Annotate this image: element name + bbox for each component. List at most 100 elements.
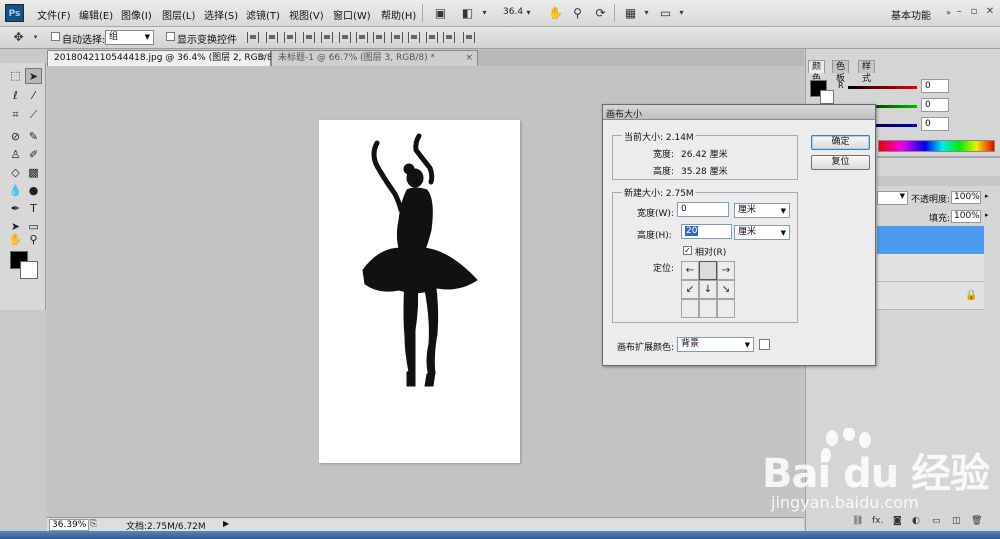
healing-brush-tool-icon[interactable]: ⊘	[7, 129, 24, 145]
rotate-view-icon[interactable]: ⟳	[592, 5, 609, 21]
chevron-right-icon[interactable]: ▸	[985, 192, 989, 200]
chevron-down-icon[interactable]: ▾	[520, 5, 537, 21]
align-horizontal-center-icon[interactable]	[321, 32, 333, 43]
arrow-left-icon[interactable]: ←	[681, 261, 699, 280]
anchor-cell[interactable]	[699, 299, 717, 318]
layer-style-icon[interactable]: fx.	[872, 516, 883, 526]
adjustment-layer-icon[interactable]: ◐	[912, 516, 920, 526]
arrange-documents-icon[interactable]: ▦	[622, 5, 639, 21]
tab-styles[interactable]: 样式	[858, 60, 876, 84]
align-bottom-icon[interactable]	[284, 32, 296, 43]
tab-swatches[interactable]: 色板	[832, 60, 850, 84]
blend-mode-dropdown[interactable]: ▼	[877, 191, 908, 205]
menu-window[interactable]: 窗口(W)	[333, 7, 371, 22]
chevron-down-icon[interactable]: ▾	[476, 5, 493, 21]
green-value-field[interactable]: 0	[921, 98, 949, 112]
canvas-extension-color-dropdown[interactable]: 背景 ▼	[677, 337, 754, 352]
color-spectrum-bar[interactable]	[878, 140, 995, 152]
menu-help[interactable]: 帮助(H)	[381, 7, 416, 22]
move-tool-preset-icon[interactable]: ✥	[10, 29, 27, 45]
distribute-hcenter-icon[interactable]	[426, 32, 438, 43]
show-transform-checkbox[interactable]	[166, 32, 175, 41]
distribute-vcenter-icon[interactable]	[373, 32, 385, 43]
width-input[interactable]: 0	[677, 202, 729, 217]
crop-tool-icon[interactable]: ⌗	[7, 107, 24, 123]
auto-select-checkbox[interactable]	[51, 32, 60, 41]
3d-zoom-tool-icon[interactable]: ⚲	[25, 232, 42, 248]
mini-bridge-icon[interactable]: ◧	[459, 5, 476, 21]
align-vertical-center-icon[interactable]	[266, 32, 278, 43]
3d-rotate-tool-icon[interactable]: ✋	[7, 232, 24, 248]
delete-layer-icon[interactable]: 🗑	[971, 516, 982, 526]
arrow-down-left-icon[interactable]: ↙	[681, 280, 699, 299]
align-left-icon[interactable]	[303, 32, 315, 43]
align-top-icon[interactable]	[247, 32, 259, 43]
pen-tool-icon[interactable]: ✒	[7, 201, 24, 217]
export-icon[interactable]: ⎘	[85, 516, 102, 532]
close-icon[interactable]: ✕	[984, 6, 996, 18]
distribute-right-icon[interactable]	[443, 32, 455, 43]
fill-field[interactable]: 100%	[951, 210, 981, 223]
gradient-tool-icon[interactable]: ▩	[25, 165, 42, 181]
tab-document-1[interactable]: 20180421105444​18.jpg @ 36.4% (图层 2, RGB…	[47, 50, 291, 66]
reset-button[interactable]: 复位	[811, 155, 870, 170]
blur-tool-icon[interactable]: 💧	[7, 183, 24, 199]
menu-layer[interactable]: 图层(L)	[162, 7, 195, 22]
color-panel-background-swatch[interactable]	[820, 90, 834, 104]
new-layer-icon[interactable]: ◫	[952, 516, 961, 526]
link-layers-icon[interactable]: ⛓	[852, 516, 863, 526]
anchor-center-cell[interactable]	[699, 261, 717, 280]
close-icon[interactable]: ×	[258, 51, 266, 66]
auto-select-dropdown[interactable]: 组 ▼	[105, 30, 154, 45]
red-slider[interactable]	[848, 86, 917, 89]
workspace-switcher[interactable]: 基本功能	[891, 7, 931, 22]
history-brush-tool-icon[interactable]: ✐	[25, 147, 42, 163]
anchor-cell[interactable]	[681, 299, 699, 318]
menu-image[interactable]: 图像(I)	[121, 7, 152, 22]
anchor-cell[interactable]	[717, 299, 735, 318]
layer-row[interactable]	[877, 254, 984, 282]
chevron-right-icon[interactable]: ▸	[985, 211, 989, 219]
minimize-icon[interactable]: –	[953, 6, 965, 18]
menu-edit[interactable]: 编辑(E)	[79, 7, 113, 22]
tab-document-2[interactable]: 未标题-1 @ 66.7% (图层 3, RGB/8) * ×	[271, 50, 478, 66]
layer-mask-icon[interactable]: ◙	[893, 516, 902, 526]
background-color-swatch[interactable]	[20, 261, 38, 279]
opacity-field[interactable]: 100%	[951, 191, 981, 204]
red-value-field[interactable]: 0	[921, 79, 949, 93]
eraser-tool-icon[interactable]: ◇	[7, 165, 24, 181]
menu-view[interactable]: 视图(V)	[289, 7, 324, 22]
arrow-down-right-icon[interactable]: ↘	[717, 280, 735, 299]
menu-select[interactable]: 选择(S)	[204, 7, 238, 22]
marquee-tool-icon[interactable]: ⬚	[7, 68, 24, 84]
screen-mode-icon[interactable]: ▭	[657, 5, 674, 21]
hand-icon[interactable]: ✋	[547, 5, 564, 21]
chevron-down-icon[interactable]: ▾	[638, 5, 655, 21]
clone-stamp-tool-icon[interactable]: ♙	[7, 147, 24, 163]
dodge-tool-icon[interactable]: ●	[25, 183, 42, 199]
quick-selection-tool-icon[interactable]: ⁄	[25, 88, 42, 104]
distribute-bottom-icon[interactable]	[391, 32, 403, 43]
brush-tool-icon[interactable]: ✎	[25, 129, 42, 145]
move-tool-icon[interactable]: ➤	[25, 68, 42, 84]
width-unit-dropdown[interactable]: 厘米 ▼	[734, 203, 790, 218]
relative-checkbox[interactable]: ✓	[683, 246, 692, 255]
height-input[interactable]: 20	[681, 224, 732, 239]
menu-file[interactable]: 文件(F)	[37, 7, 71, 22]
height-unit-dropdown[interactable]: 厘米 ▼	[734, 225, 790, 240]
chevron-down-icon[interactable]: ▾	[673, 5, 690, 21]
distribute-top-icon[interactable]	[356, 32, 368, 43]
status-menu-arrow-icon[interactable]: ▶	[223, 519, 229, 528]
new-group-icon[interactable]: ▭	[932, 516, 941, 526]
layer-row-selected[interactable]	[877, 226, 984, 254]
dialog-title-bar[interactable]: 画布大小	[603, 105, 875, 120]
chevron-down-icon[interactable]: ▾	[27, 29, 44, 45]
close-icon[interactable]: ×	[465, 51, 473, 66]
restore-icon[interactable]: ▫	[968, 6, 980, 18]
lasso-tool-icon[interactable]: ℓ	[7, 88, 24, 104]
arrow-right-icon[interactable]: →	[717, 261, 735, 280]
layer-row[interactable]: 🔒	[877, 282, 984, 310]
ok-button[interactable]: 确定	[811, 135, 870, 150]
align-right-icon[interactable]	[339, 32, 351, 43]
type-tool-icon[interactable]: T	[25, 201, 42, 217]
